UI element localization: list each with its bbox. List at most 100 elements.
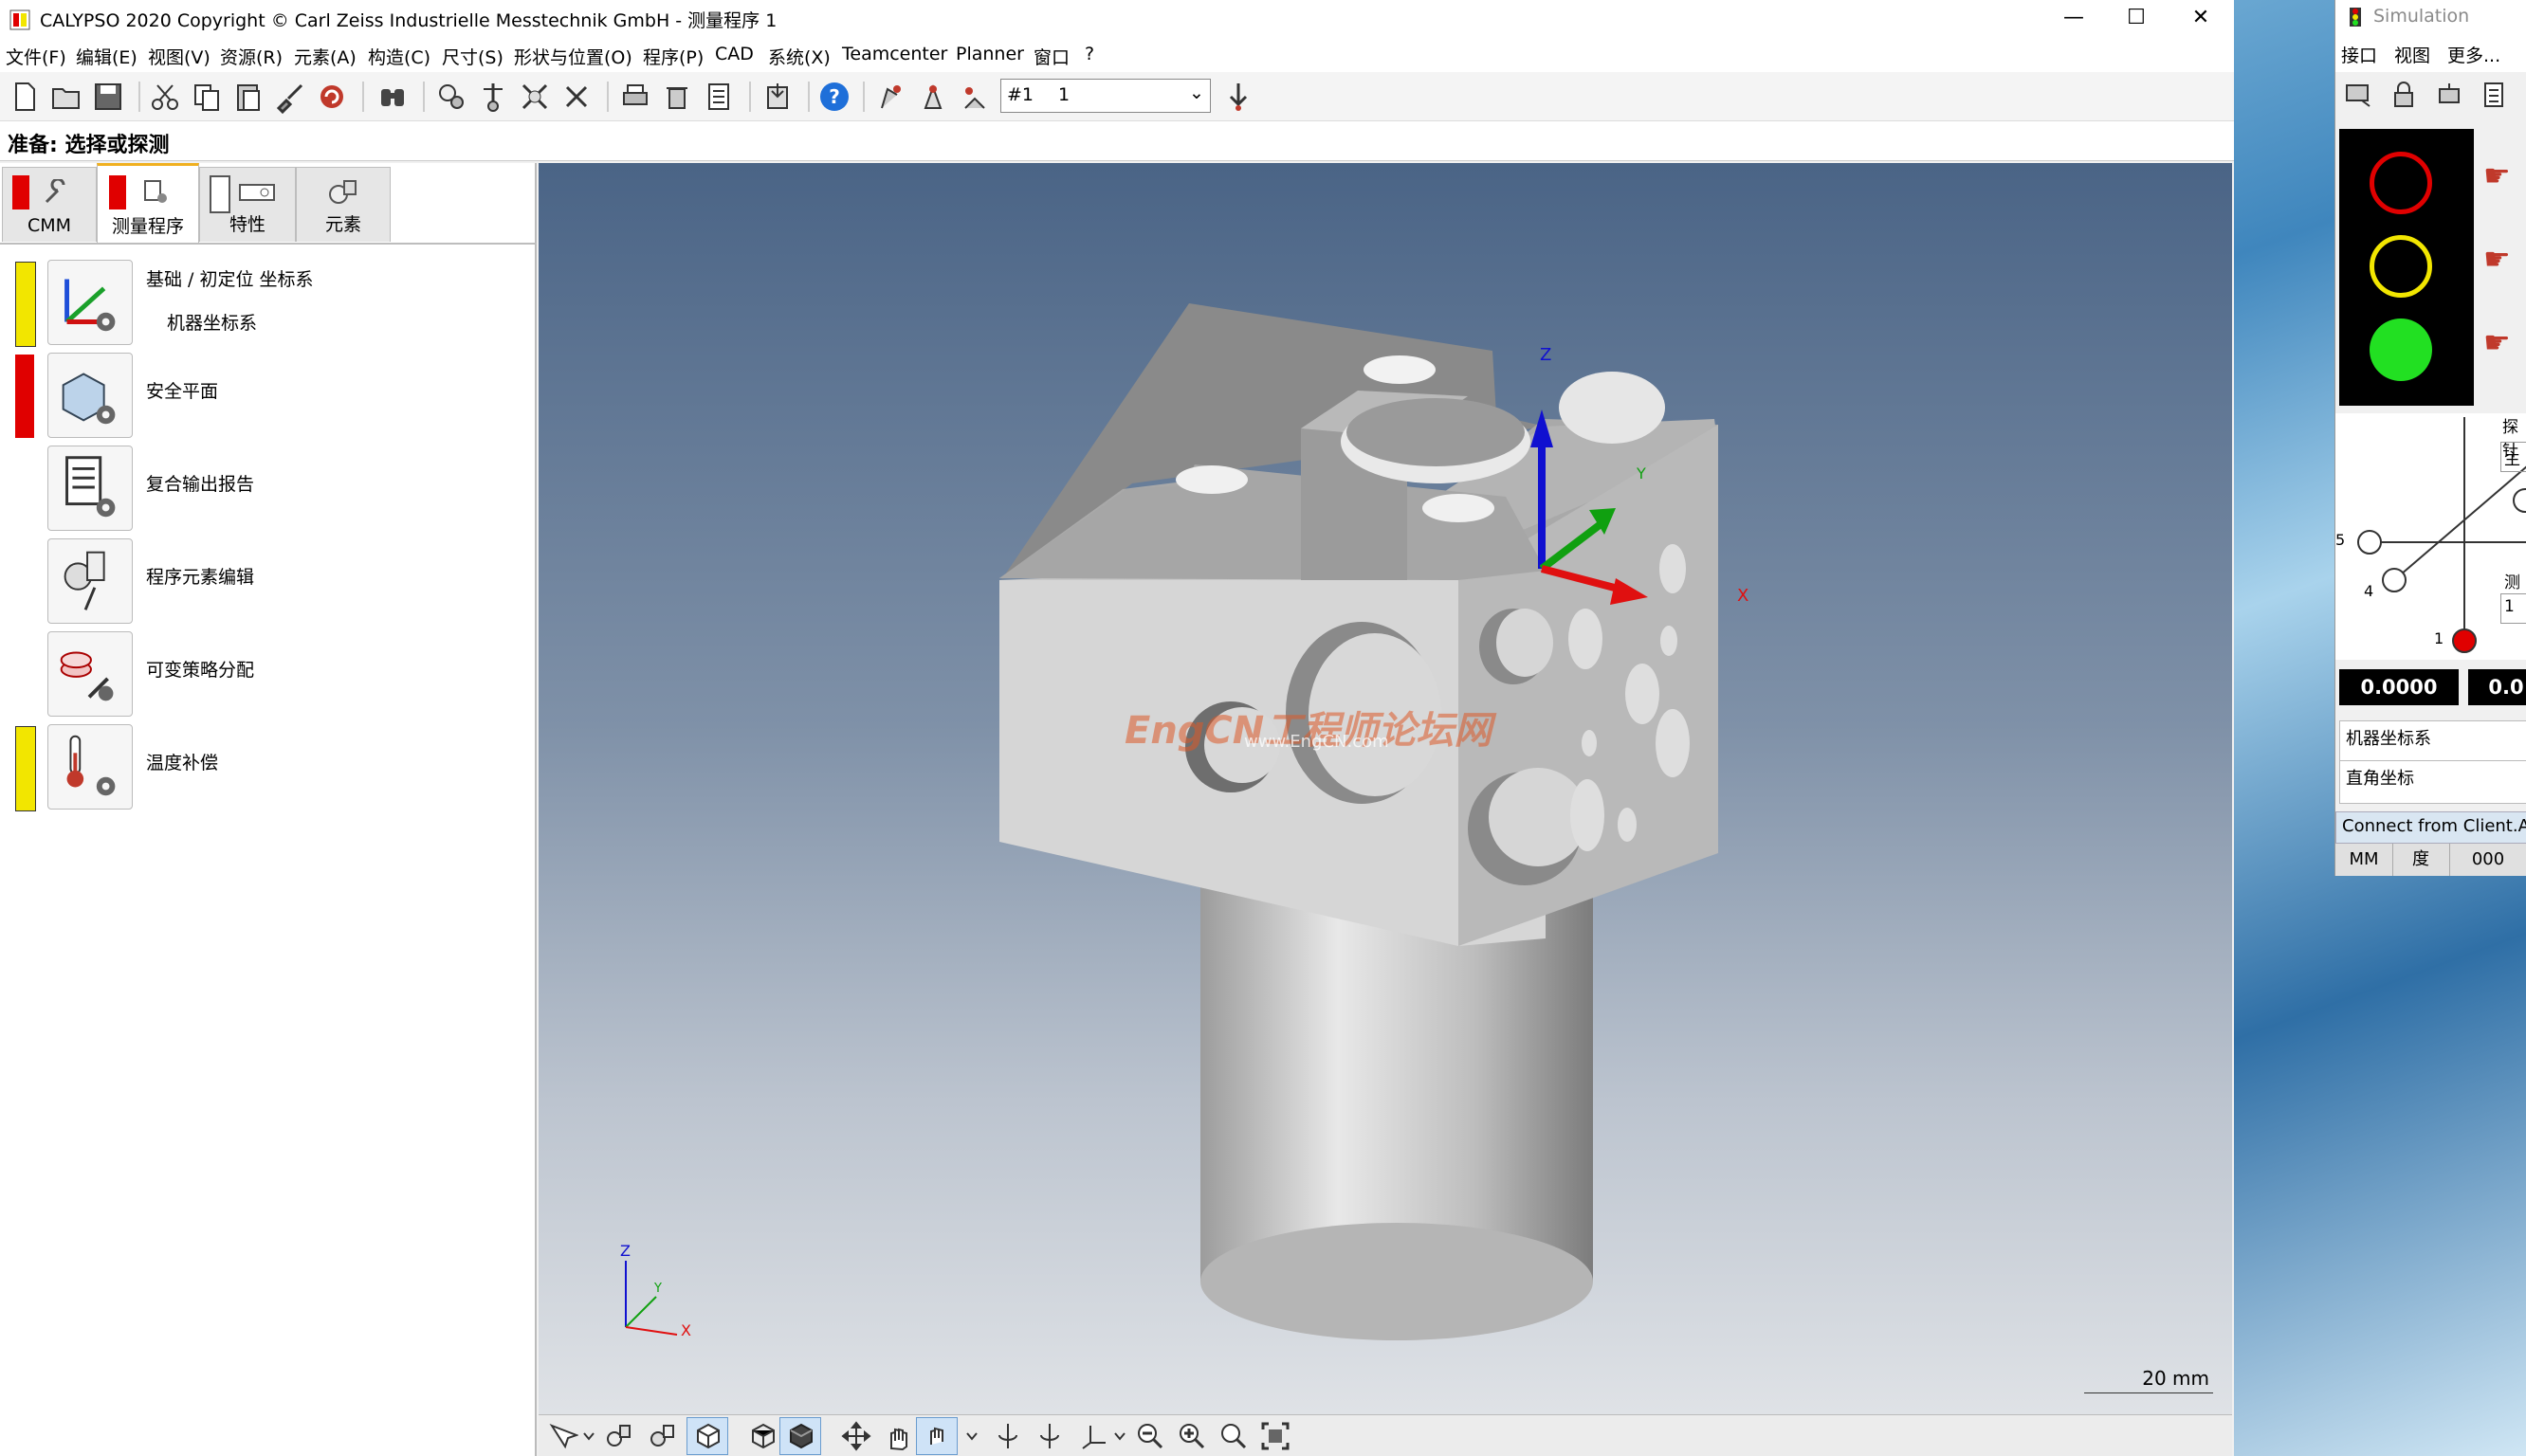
brush-icon[interactable] xyxy=(273,80,307,114)
probe-selector-prefix: #1 xyxy=(1007,84,1034,105)
menu-view[interactable]: 视图(V) xyxy=(148,44,210,69)
run-program-icon[interactable] xyxy=(872,80,906,114)
tab-elements[interactable]: 元素 xyxy=(296,167,391,242)
print-icon[interactable] xyxy=(618,80,652,114)
base-alignment-button[interactable] xyxy=(47,260,133,345)
green-light-indicator[interactable] xyxy=(2370,318,2432,381)
sim-menu-interface[interactable]: 接口 xyxy=(2341,42,2377,67)
panel-item-temperature[interactable]: 温度补偿 xyxy=(0,722,537,811)
panel-item-strategy[interactable]: 可变策略分配 xyxy=(0,629,537,719)
cad-tool-icon[interactable] xyxy=(518,80,552,114)
rotate-right-icon[interactable] xyxy=(1034,1420,1066,1452)
sim-coordinate-type-field[interactable]: 直角坐标 xyxy=(2339,760,2526,804)
sim-monitor-icon[interactable] xyxy=(2343,80,2373,110)
panel-item-program-elements[interactable]: 程序元素编辑 xyxy=(0,537,537,626)
pointing-hand-icon[interactable]: ☛ xyxy=(2483,324,2511,360)
save-icon[interactable] xyxy=(91,80,125,114)
probe-down-icon[interactable] xyxy=(1221,80,1255,114)
plan-icon xyxy=(144,180,167,203)
paste-icon[interactable] xyxy=(231,80,265,114)
pointing-hand-icon[interactable]: ☛ xyxy=(2483,241,2511,277)
menu-window[interactable]: 窗口 xyxy=(1034,44,1070,69)
menu-planner[interactable]: Planner xyxy=(956,44,1024,64)
view-front-icon[interactable] xyxy=(603,1420,635,1452)
scale-bar xyxy=(2084,1392,2213,1393)
sim-document-icon[interactable] xyxy=(2478,80,2508,110)
delete-icon[interactable] xyxy=(660,80,694,114)
close-button[interactable]: ✕ xyxy=(2168,0,2234,38)
cut-icon[interactable] xyxy=(148,80,182,114)
help-icon[interactable]: ? xyxy=(817,80,851,114)
menu-help[interactable]: ? xyxy=(1085,44,1094,64)
tab-measurement-plan[interactable]: 测量程序 xyxy=(97,163,199,244)
menu-system[interactable]: 系统(X) xyxy=(768,44,831,69)
menu-cad[interactable]: CAD xyxy=(715,44,754,64)
menu-teamcenter[interactable]: Teamcenter xyxy=(842,44,947,64)
menu-file[interactable]: 文件(F) xyxy=(6,44,66,69)
temperature-button[interactable] xyxy=(47,724,133,810)
measure-count-field[interactable]: 1 xyxy=(2500,593,2526,624)
copy-icon[interactable] xyxy=(190,80,224,114)
rotate-xyz-icon[interactable] xyxy=(922,1420,954,1452)
sim-coordinate-system-field[interactable]: 机器坐标系 xyxy=(2339,720,2526,764)
unit-length[interactable]: MM xyxy=(2335,844,2393,876)
cad-3d-viewport[interactable]: Z Y X Z Y X EngCN工程师论坛网 www.EngCN.com 20… xyxy=(539,163,2232,1414)
zoom-window-icon[interactable] xyxy=(1217,1420,1250,1452)
fit-view-icon[interactable] xyxy=(1259,1420,1291,1452)
zoom-out-icon[interactable] xyxy=(1134,1420,1166,1452)
list-report-icon[interactable] xyxy=(702,80,736,114)
minimize-button[interactable]: — xyxy=(2041,0,2107,38)
panel-item-safety-plane[interactable]: 安全平面 xyxy=(0,351,537,440)
menu-construct[interactable]: 构造(C) xyxy=(368,44,430,69)
pan-icon[interactable] xyxy=(840,1420,872,1452)
tools-icon[interactable] xyxy=(559,80,594,114)
zoom-in-icon[interactable] xyxy=(1176,1420,1208,1452)
safety-plane-button[interactable] xyxy=(47,353,133,438)
tab-characteristics[interactable]: 特性 xyxy=(199,167,296,242)
open-file-icon[interactable] xyxy=(49,80,83,114)
maximize-button[interactable]: ☐ xyxy=(2103,0,2169,38)
run-selected-icon[interactable] xyxy=(916,80,950,114)
probe-selector-dropdown[interactable]: #1 1 ⌄ xyxy=(1000,79,1211,113)
chevron-down-icon[interactable] xyxy=(580,1420,597,1452)
probe-main-field[interactable]: 主 xyxy=(2500,442,2526,472)
chevron-down-icon[interactable] xyxy=(963,1420,980,1452)
rotate-left-icon[interactable] xyxy=(992,1420,1024,1452)
undo-icon[interactable] xyxy=(315,80,349,114)
tab-cmm[interactable]: CMM xyxy=(2,167,97,242)
panel-item-composite-report[interactable]: 复合输出报告 xyxy=(0,444,537,533)
chevron-down-icon[interactable] xyxy=(1111,1420,1128,1452)
probe-icon[interactable] xyxy=(476,80,510,114)
sim-machine-icon[interactable] xyxy=(2434,80,2464,110)
pointing-hand-icon[interactable]: ☛ xyxy=(2483,157,2511,193)
menu-edit[interactable]: 编辑(E) xyxy=(76,44,137,69)
red-light-indicator xyxy=(2370,152,2432,214)
menu-resources[interactable]: 资源(R) xyxy=(220,44,283,69)
axis-view-icon[interactable] xyxy=(1077,1420,1109,1452)
new-file-icon[interactable] xyxy=(8,80,42,114)
strategy-button[interactable] xyxy=(47,631,133,717)
sim-lock-icon[interactable] xyxy=(2389,80,2419,110)
measure-element-icon[interactable] xyxy=(434,80,468,114)
view-cube-icon[interactable] xyxy=(692,1420,724,1452)
shaded-solid-icon[interactable] xyxy=(785,1420,817,1452)
hand-icon[interactable] xyxy=(882,1420,914,1452)
panel-item-base-alignment[interactable]: 基础 / 初定位 坐标系 机器坐标系 xyxy=(0,258,537,347)
probe-run-icon[interactable] xyxy=(958,80,992,114)
program-elements-button[interactable] xyxy=(47,538,133,624)
composite-report-button[interactable] xyxy=(47,446,133,531)
export-icon[interactable] xyxy=(760,80,795,114)
wireframe-icon[interactable] xyxy=(747,1420,779,1452)
sim-menu-more[interactable]: 更多... xyxy=(2447,42,2500,67)
sim-menu-view[interactable]: 视图 xyxy=(2394,42,2430,67)
menu-form-position[interactable]: 形状与位置(O) xyxy=(514,44,632,69)
unit-precision[interactable]: 000 xyxy=(2449,844,2526,876)
simulation-window: Simulation 接口 视图 更多... ☛ ☛ ☛ 5 4 1 探针 主 xyxy=(2334,0,2526,876)
unit-angle[interactable]: 度 xyxy=(2392,844,2450,876)
binoculars-icon[interactable] xyxy=(375,80,410,114)
menu-elements[interactable]: 元素(A) xyxy=(294,44,357,69)
view-elements-icon[interactable] xyxy=(647,1420,679,1452)
menu-program[interactable]: 程序(P) xyxy=(643,44,704,69)
menu-size[interactable]: 尺寸(S) xyxy=(442,44,503,69)
select-pointer-icon[interactable] xyxy=(546,1420,578,1452)
